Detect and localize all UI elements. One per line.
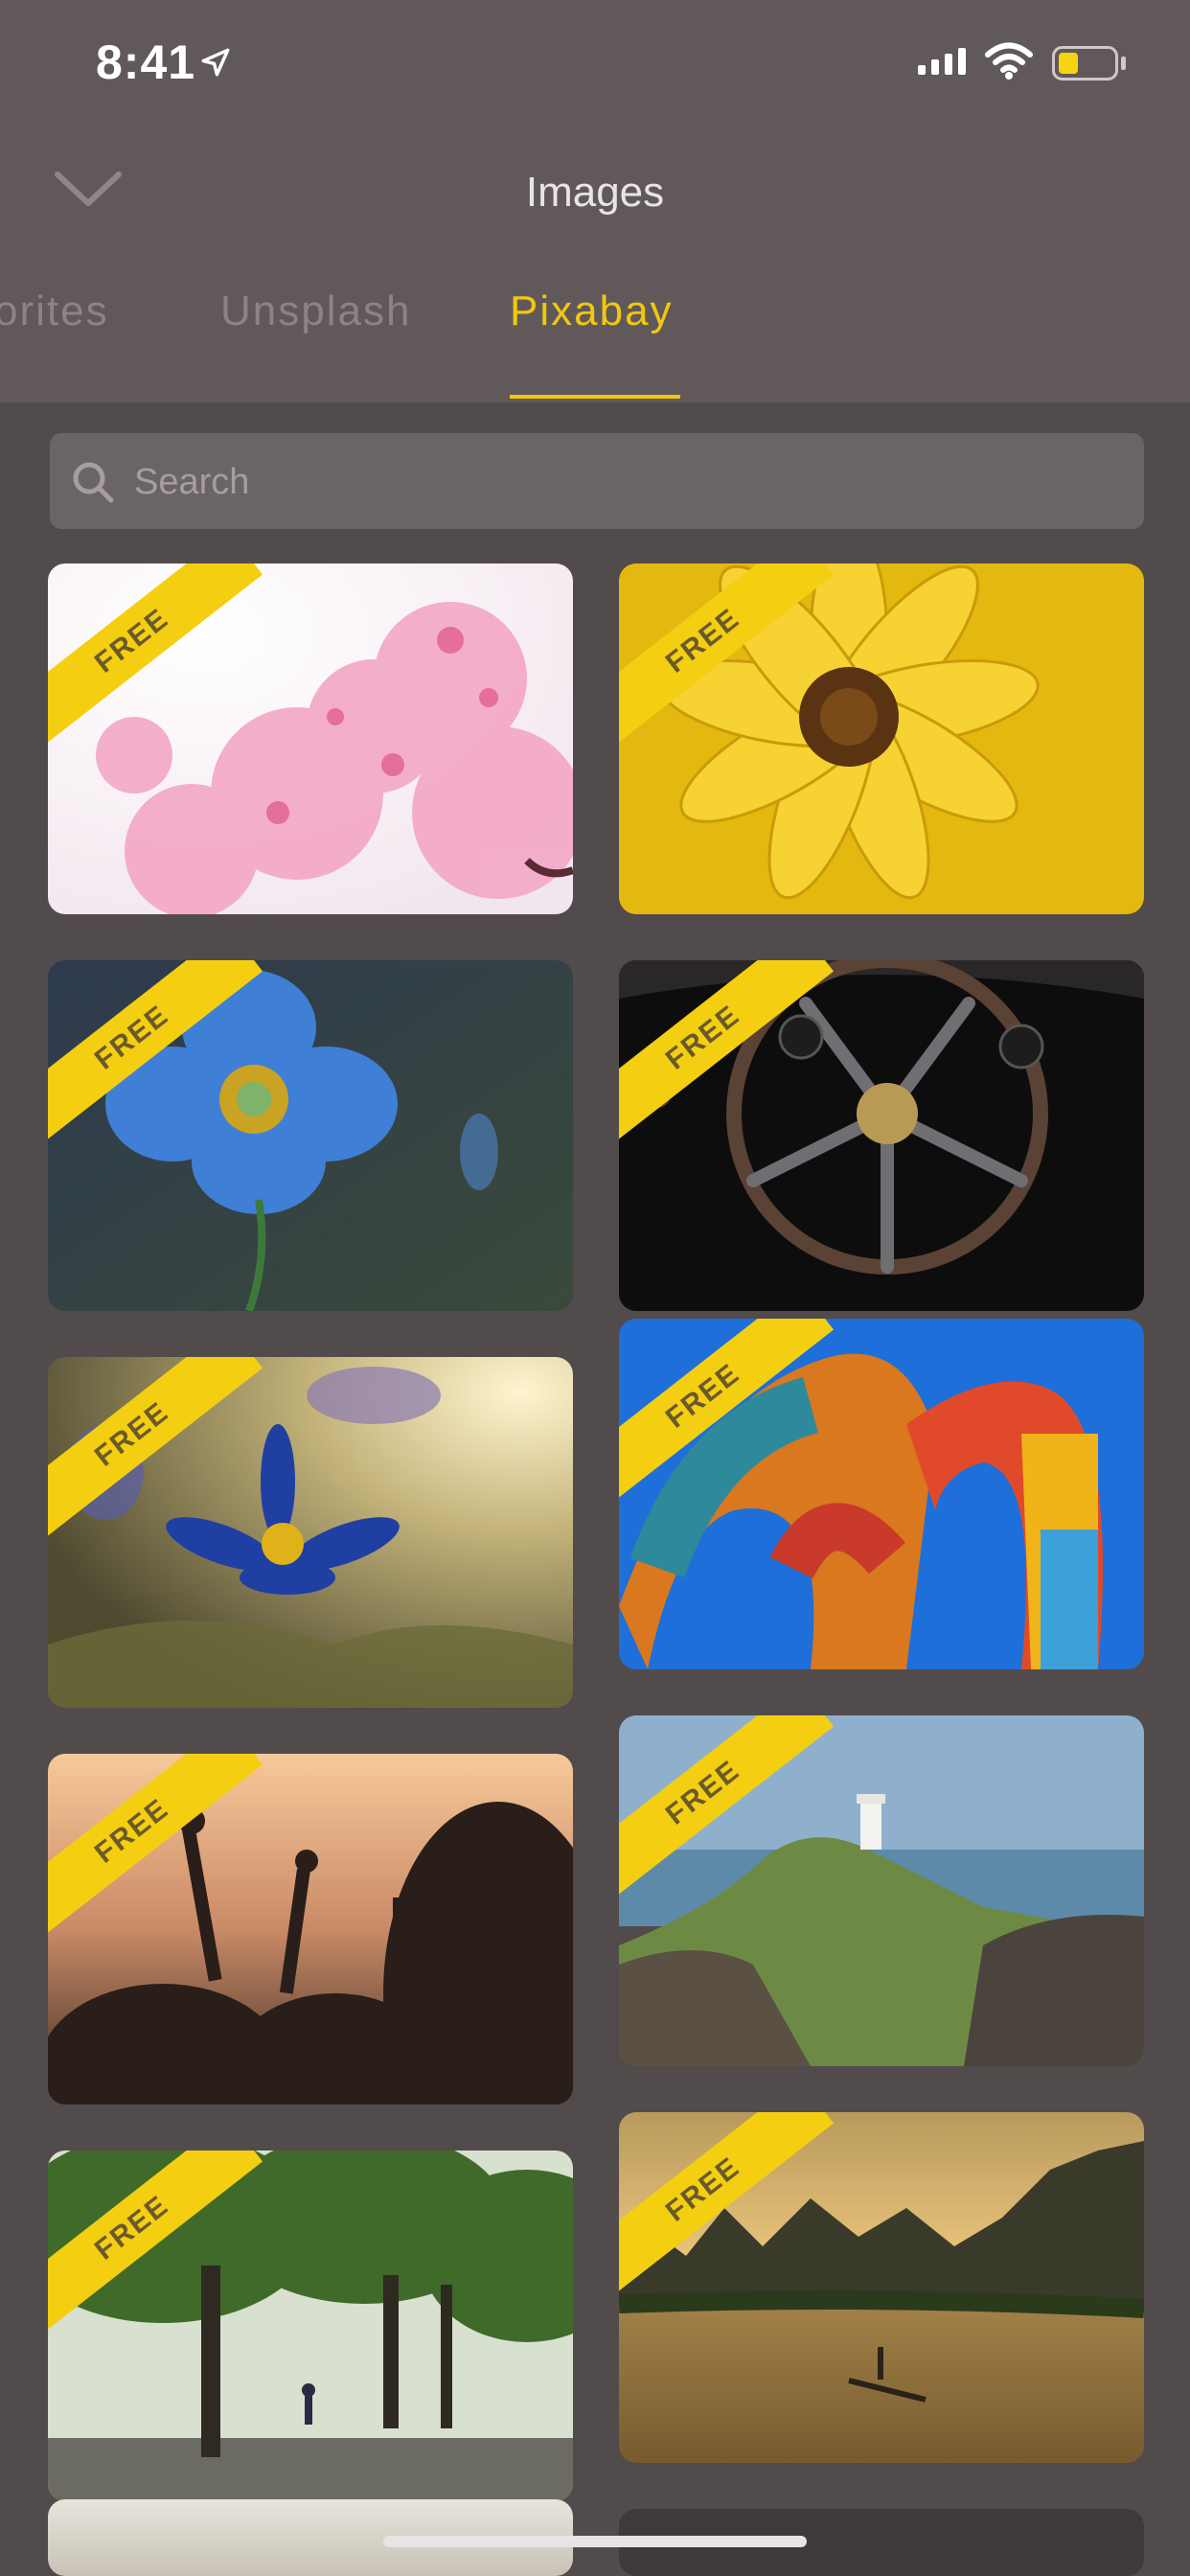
battery-icon [1052,46,1126,80]
top-bar: 8:41 Images vorites Unsplash Pixabay [0,0,1190,402]
image-tile-lighthouse[interactable]: FREE [619,1715,1144,2066]
image-tile-karst-river[interactable]: FREE [619,2112,1144,2463]
tab-unsplash[interactable]: Unsplash [220,288,411,335]
image-tile-blue-poppy[interactable]: FREE [48,960,573,1311]
page-title: Images [525,169,665,216]
tab-favorites[interactable]: vorites [0,288,109,335]
image-tile-concert-crowd[interactable]: FREE [48,1754,573,2104]
search-input[interactable] [132,433,1133,531]
image-tile-cherry-blossom[interactable]: FREE [48,564,573,914]
search-bar[interactable] [50,433,1144,531]
image-tile-container-arch[interactable]: FREE [619,1319,1144,1669]
home-indicator [383,2536,807,2547]
wifi-icon [985,42,1033,80]
status-time: 8:41 [96,35,196,89]
active-tab-indicator [510,395,680,399]
image-tile-steering-wheel[interactable]: FREE [619,960,1144,1311]
image-tile-yellow-daisy[interactable]: FREE [619,564,1144,914]
location-arrow-icon [201,48,230,77]
tab-pixabay[interactable]: Pixabay [510,288,674,335]
image-tile-park-trees[interactable]: FREE [48,2150,573,2501]
cellular-signal-icon [918,48,966,75]
image-tile-pasque-flower[interactable]: FREE [48,1357,573,1708]
search-icon [73,462,114,503]
